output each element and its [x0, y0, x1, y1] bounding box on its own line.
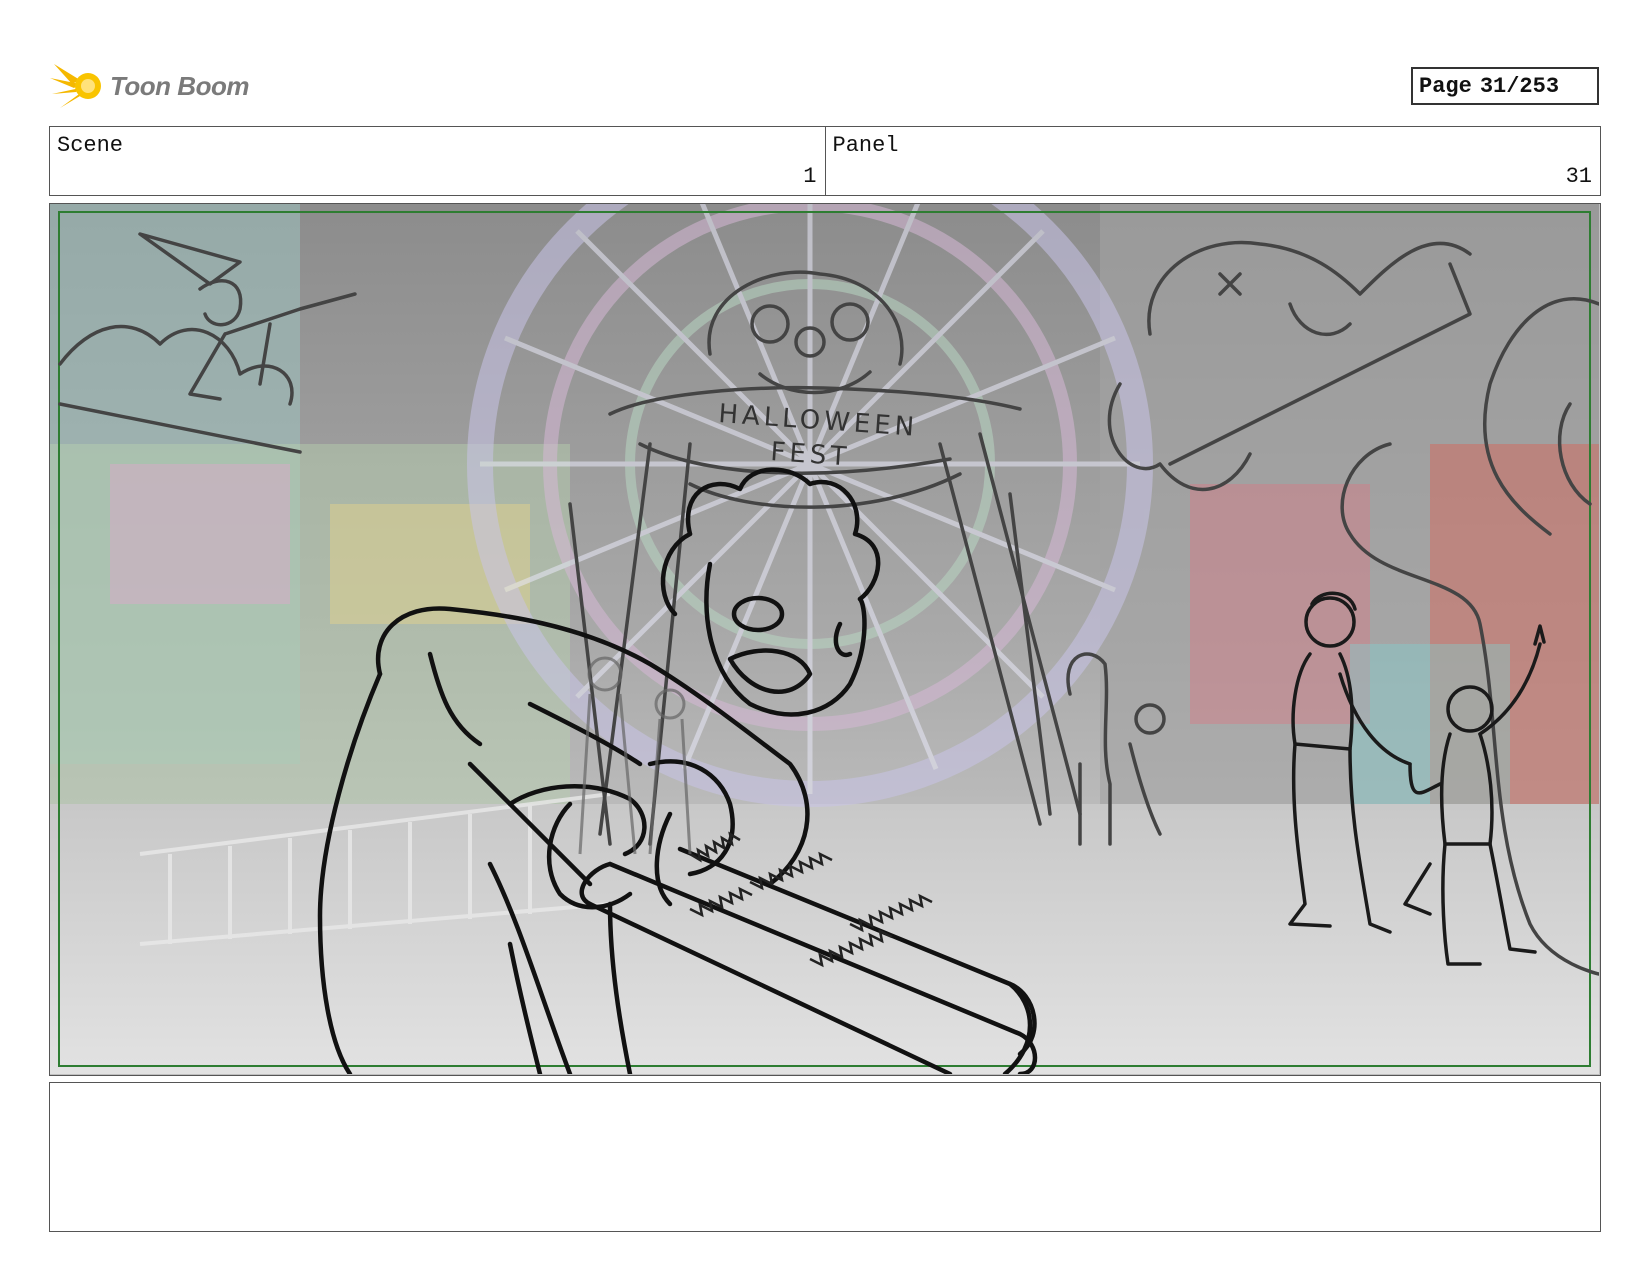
- storyboard-panel-image: HALLOWEEN FEST: [49, 203, 1601, 1076]
- scene-number: 1: [803, 164, 817, 189]
- banner-text-line2: FEST: [770, 437, 852, 472]
- page-label: Page: [1419, 73, 1472, 99]
- scene-label: Scene: [57, 133, 124, 158]
- scene-cell: Scene 1: [50, 127, 825, 195]
- page-counter: Page 31/253: [1411, 67, 1599, 105]
- page-number: 31/253: [1479, 73, 1560, 99]
- toon-boom-logo: Toon Boom: [50, 58, 249, 114]
- starburst-logo-icon: [50, 64, 101, 108]
- midway-ground: [50, 804, 1599, 1074]
- panel-cell: Panel 31: [824, 127, 1601, 195]
- logo-text: Toon Boom: [110, 70, 249, 101]
- panel-caption-box: [49, 1082, 1601, 1232]
- panel-number: 31: [1565, 164, 1592, 189]
- storyboard-header: Scene 1 Panel 31: [49, 126, 1601, 196]
- panel-artwork: HALLOWEEN FEST: [50, 204, 1599, 1074]
- panel-label: Panel: [832, 133, 899, 158]
